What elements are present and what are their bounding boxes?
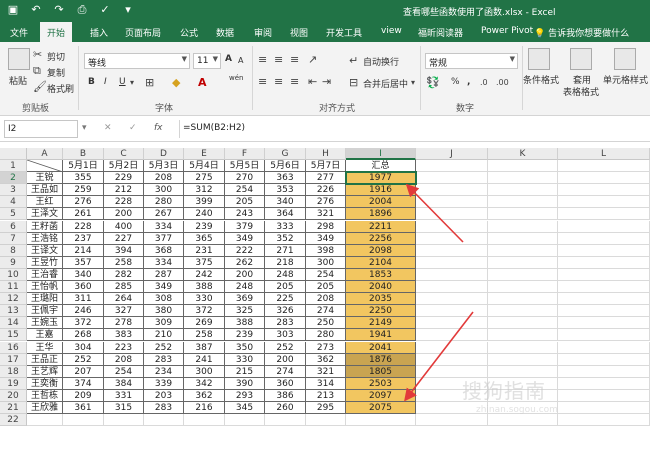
name-box-dropdown-icon[interactable]: ▾ [82, 123, 87, 133]
chevron-down-icon: ▼ [212, 55, 218, 63]
tab-view[interactable]: 视图 [290, 26, 308, 39]
font-size-value: 11 [197, 56, 209, 66]
fill-color-icon[interactable]: ◆ [172, 76, 180, 90]
wrap-text-icon: ↵ [349, 54, 359, 67]
alignment-group-label: 对齐方式 [319, 104, 356, 114]
spellcheck-icon[interactable]: ✓ [98, 3, 112, 17]
chevron-down-icon[interactable]: ▾ [411, 76, 415, 90]
decrease-decimal-icon[interactable]: .00 [496, 76, 509, 90]
align-top-icon[interactable]: ≡ [258, 53, 267, 67]
annotation-arrow-top [405, 183, 464, 243]
window-title: 查看哪些函数使用了函数.xlsx - Excel [403, 8, 556, 18]
merge-center-button[interactable]: 合并后居中 [363, 77, 408, 90]
print-preview-icon[interactable]: ⎙ [75, 3, 89, 17]
customize-qat-icon[interactable]: ▾ [121, 3, 135, 17]
separator [420, 46, 421, 110]
redo-icon[interactable]: ↷ [52, 3, 66, 17]
underline-button[interactable]: U [119, 77, 126, 87]
separator [78, 46, 79, 110]
number-format-select[interactable]: 常规 ▼ [425, 53, 518, 69]
decrease-indent-icon[interactable]: ⇤ [308, 75, 317, 89]
chevron-down-icon: ▼ [181, 55, 187, 63]
tab-view-addin[interactable]: view [381, 26, 402, 36]
font-name-select[interactable]: 等线 ▼ [84, 53, 190, 69]
tell-me-search[interactable]: 💡 告诉我你想要做什么 [534, 26, 629, 39]
ribbon-tabs: 文件 开始 插入 页面布局 公式 数据 审阅 视图 开发工具 view 福昕阅读… [0, 22, 650, 42]
tab-foxit-reader[interactable]: 福昕阅读器 [418, 26, 463, 39]
align-middle-icon[interactable]: ≡ [274, 53, 283, 67]
worksheet-grid: A B C D E F G H I J K L 1 2 3 4 5 6 7 8 9 10 11 12 13 14 15 16 17 18 1… [0, 142, 650, 463]
cancel-button[interactable]: ✕ [104, 123, 112, 133]
percent-button[interactable]: % [451, 77, 460, 87]
save-icon[interactable]: ▣ [6, 3, 20, 17]
accounting-icon[interactable]: 💱 [426, 76, 440, 90]
scissors-icon: ✂ [33, 48, 43, 61]
format-painter-button[interactable]: 格式刷 [47, 82, 74, 95]
bold-button[interactable]: B [88, 77, 95, 87]
conditional-formatting-icon[interactable] [528, 48, 550, 70]
format-painter-icon: 🖌 [33, 80, 47, 93]
tab-page-layout[interactable]: 页面布局 [125, 26, 161, 39]
align-bottom-icon[interactable]: ≡ [290, 53, 299, 67]
borders-icon[interactable]: ⊞ [145, 76, 154, 90]
annotation-arrows [404, 183, 474, 402]
title-bar: ▣ ↶ ↷ ⎙ ✓ ▾ 查看哪些函数使用了函数.xlsx - Excel [0, 0, 650, 22]
align-left-icon[interactable]: ≡ [258, 75, 267, 89]
chevron-down-icon: ▼ [509, 55, 515, 63]
phonetic-button[interactable]: wén [229, 74, 243, 82]
wrap-text-button[interactable]: 自动换行 [363, 55, 399, 68]
undo-icon[interactable]: ↶ [29, 3, 43, 17]
increase-indent-icon[interactable]: ⇥ [322, 75, 331, 89]
align-right-icon[interactable]: ≡ [290, 75, 299, 89]
format-as-table-icon[interactable] [570, 48, 592, 70]
enter-button[interactable]: ✓ [129, 123, 137, 133]
insert-function-button[interactable]: fx [154, 123, 163, 133]
tab-file[interactable]: 文件 [10, 26, 28, 39]
tab-review[interactable]: 审阅 [254, 26, 272, 39]
cell-styles-icon[interactable] [614, 48, 636, 70]
chevron-down-icon[interactable]: ▾ [130, 76, 134, 90]
annotation-arrow-bottom [404, 311, 474, 402]
formula-input[interactable]: =SUM(B2:H2) [179, 120, 647, 138]
separator [252, 46, 253, 110]
ribbon-home: 粘贴 ✂ 剪切 ⧉ 复制 🖌 格式刷 剪贴板 等线 ▼ 11 ▼ A A B I U… [0, 42, 650, 116]
font-group-label: 字体 [155, 104, 174, 114]
copy-icon: ⧉ [33, 64, 41, 77]
font-color-icon[interactable]: A [198, 76, 207, 90]
align-center-icon[interactable]: ≡ [274, 75, 283, 89]
orientation-icon[interactable]: ↗ [308, 53, 317, 67]
tab-power-pivot[interactable]: Power Pivot [481, 26, 533, 36]
formula-bar: I2 ▾ ✕ ✓ fx =SUM(B2:H2) [0, 116, 650, 142]
lightbulb-icon: 💡 [534, 29, 546, 39]
tell-me-text: 告诉我你想要做什么 [548, 29, 630, 39]
paste-button[interactable]: 粘贴 [9, 74, 27, 87]
comma-button[interactable]: , [467, 77, 470, 87]
clipboard-group-label: 剪贴板 [22, 104, 50, 114]
cut-button[interactable]: 剪切 [47, 50, 65, 63]
copy-button[interactable]: 复制 [47, 66, 65, 79]
name-box[interactable]: I2 [4, 120, 78, 138]
number-group-label: 数字 [456, 104, 475, 114]
font-name-value: 等线 [88, 59, 107, 69]
tab-formulas[interactable]: 公式 [180, 26, 198, 39]
tab-home[interactable]: 开始 [40, 22, 73, 42]
tab-developer[interactable]: 开发工具 [326, 26, 362, 39]
conditional-formatting-button[interactable]: 条件格式 [523, 73, 559, 86]
number-format-value: 常规 [429, 59, 448, 69]
increase-decimal-icon[interactable]: .0 [480, 76, 488, 90]
grow-font-button[interactable]: A [225, 54, 232, 64]
tab-insert[interactable]: 插入 [90, 26, 108, 39]
paste-icon[interactable] [8, 48, 30, 70]
tab-data[interactable]: 数据 [216, 26, 234, 39]
font-size-select[interactable]: 11 ▼ [193, 53, 221, 69]
shrink-font-button[interactable]: A [238, 56, 243, 65]
quick-access-toolbar: ▣ ↶ ↷ ⎙ ✓ ▾ [6, 3, 135, 17]
merge-center-icon: ⊟ [349, 76, 359, 89]
format-as-table-button[interactable]: 表格格式 [563, 85, 599, 98]
cell-styles-button[interactable]: 单元格样式 [603, 73, 648, 86]
italic-button[interactable]: I [104, 77, 107, 87]
